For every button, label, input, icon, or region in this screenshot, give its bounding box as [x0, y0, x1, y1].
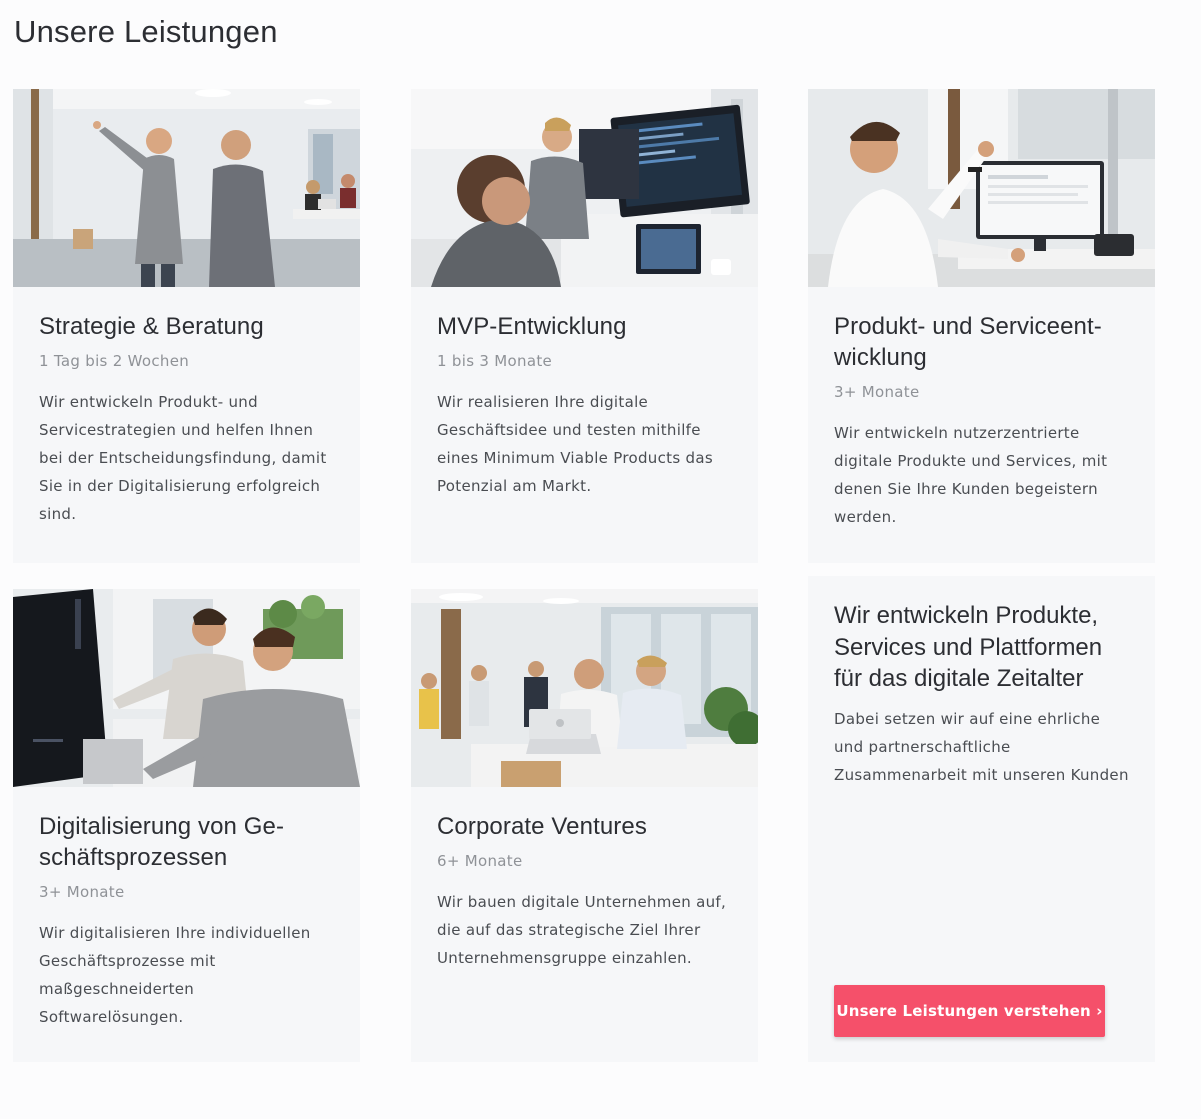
presenting-screen-photo — [808, 89, 1155, 287]
page-title: Unsere Leistungen — [14, 14, 278, 49]
service-title[interactable]: Strategie & Beratung — [39, 311, 334, 342]
understand-services-button[interactable]: Unsere Leistungen verstehen › — [834, 985, 1105, 1037]
services-info-card: Wir entwickeln Produkte, Services und Pl… — [808, 576, 1155, 1062]
service-description: Wir bauen digitale Unternehmen auf, die … — [437, 893, 727, 967]
info-heading: Wir entwickeln Produkte, Services und Pl… — [834, 602, 1103, 692]
service-description: Wir realisieren Ihre digitale Geschäftsi… — [437, 393, 713, 495]
service-card-strategie[interactable]: Strategie & Beratung 1 Tag bis 2 Wochen … — [13, 89, 360, 563]
service-duration: 6+ Monate — [437, 852, 523, 870]
service-title[interactable]: Corporate Ventures — [437, 811, 732, 842]
service-card-digitalisierung[interactable]: Digitalisierung von Ge­schäftsprozessen … — [13, 589, 360, 1062]
service-card-corporate-ventures[interactable]: Corporate Ventures 6+ Monate Wir bauen d… — [411, 589, 758, 1062]
service-description: Wir digitalisieren Ihre individuellen Ge… — [39, 924, 311, 1026]
service-title[interactable]: MVP-Entwicklung — [437, 311, 732, 342]
service-duration: 1 bis 3 Monate — [437, 352, 553, 370]
service-card-produkt[interactable]: Produkt- und Serviceent­wicklung 3+ Mona… — [808, 89, 1155, 563]
service-title[interactable]: Produkt- und Serviceent­wicklung — [834, 311, 1129, 373]
service-card-mvp[interactable]: MVP-Entwicklung 1 bis 3 Monate Wir reali… — [411, 89, 758, 563]
pair-programming-photo — [13, 589, 360, 787]
developer-monitors-photo — [411, 89, 758, 287]
team-whiteboard-photo — [13, 89, 360, 287]
service-duration: 1 Tag bis 2 Wochen — [39, 352, 190, 370]
office-laptop-team-photo — [411, 589, 758, 787]
service-title[interactable]: Digitalisierung von Ge­schäftsprozessen — [39, 811, 334, 873]
service-duration: 3+ Monate — [834, 383, 920, 401]
service-duration: 3+ Monate — [39, 883, 125, 901]
info-text: Dabei setzen wir auf eine ehrliche und p… — [834, 709, 1129, 784]
service-description: Wir entwickeln Produkt- und Servicestrat… — [39, 393, 327, 523]
service-description: Wir entwickeln nutzerzentrierte digitale… — [834, 424, 1108, 526]
